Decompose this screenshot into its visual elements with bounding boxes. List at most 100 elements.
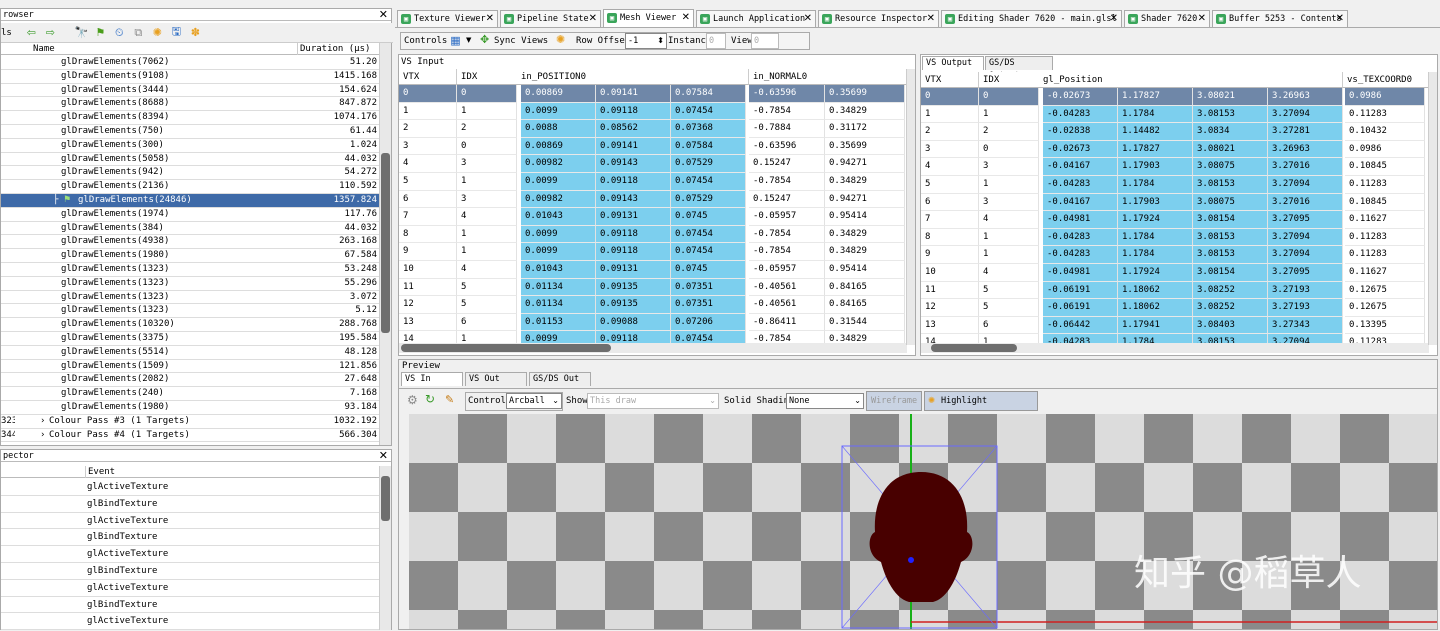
vertex-row[interactable]: 3 0 -0.02673 1.17827 3.08021 3.26963 0.0986 <box>921 140 1429 159</box>
event-row[interactable]: glDrawElements(2136) 110.592 <box>1 180 379 194</box>
api-inspector-scrollbar[interactable] <box>379 466 391 630</box>
event-row[interactable]: glDrawElements(1323) 55.296 <box>1 276 379 291</box>
camera-mode-select[interactable]: Arcball ⌄ <box>506 393 562 409</box>
save-icon[interactable]: 🖫 <box>169 25 184 40</box>
close-icon[interactable]: ✕ <box>589 11 597 27</box>
close-icon[interactable]: ✕ <box>1110 11 1118 27</box>
close-icon[interactable]: ✕ <box>1198 11 1206 27</box>
vertex-row[interactable]: 5 1 -0.04283 1.1784 3.08153 3.27094 0.11283 <box>921 176 1429 194</box>
column-header[interactable]: gl_Position <box>1039 72 1343 88</box>
mesh-preview-viewport[interactable]: 知乎 @稻草人 <box>409 414 1437 629</box>
tab-shader-7620[interactable]: ▣ Shader 7620 ✕ <box>1124 10 1210 27</box>
vertex-row[interactable]: 7 4 -0.04981 1.17924 3.08154 3.27095 0.11627 <box>921 211 1429 229</box>
tab-launch-application[interactable]: ▣ Launch Application ✕ <box>696 10 816 27</box>
event-row[interactable]: glDrawElements(1980) 67.584 <box>1 249 379 263</box>
vertex-row[interactable]: 0 0 0.00869 0.09141 0.07584 -0.63596 0.35699 <box>399 85 907 103</box>
tab-resource-inspector[interactable]: ▣ Resource Inspector ✕ <box>818 10 939 27</box>
solid-shading-select[interactable]: None ⌄ <box>786 393 864 409</box>
scrollbar-thumb[interactable] <box>401 344 611 352</box>
api-call-row[interactable]: glActiveTexture <box>1 512 379 530</box>
close-icon[interactable]: ✕ <box>379 450 388 462</box>
event-row[interactable]: glDrawElements(9108) 1415.168 <box>1 69 379 84</box>
vertex-row[interactable]: 6 3 -0.04167 1.17903 3.08075 3.27016 0.10845 <box>921 193 1429 212</box>
event-row[interactable]: glDrawElements(1509) 121.856 <box>1 359 379 374</box>
reset-camera-icon[interactable]: ↻ <box>425 392 435 406</box>
vertex-row[interactable]: 9 1 -0.04283 1.1784 3.08153 3.27094 0.11283 <box>921 246 1429 264</box>
pass-row[interactable]: 323 › Colour Pass #3 (1 Targets) 1032.192 <box>1 414 379 429</box>
vertex-row[interactable]: 12 5 -0.06191 1.18062 3.08252 3.27193 0.12675 <box>921 299 1429 317</box>
tab-pipeline-state[interactable]: ▣ Pipeline State ✕ <box>500 10 601 27</box>
api-call-row[interactable]: glActiveTexture <box>1 613 379 631</box>
event-row[interactable]: glDrawElements(1323) 3.072 <box>1 290 379 305</box>
vertex-row[interactable]: 5 1 0.0099 0.09118 0.07454 -0.7854 0.34829 <box>399 173 907 191</box>
row-offset-input[interactable]: -1 ⬍ <box>625 33 667 49</box>
vertex-row[interactable]: 1 1 -0.04283 1.1784 3.08153 3.27094 0.11283 <box>921 105 1429 124</box>
event-row[interactable]: glDrawElements(4938) 263.168 <box>1 235 379 250</box>
vertex-row[interactable]: 1 1 0.0099 0.09118 0.07454 -0.7854 0.34829 <box>399 102 907 121</box>
chevron-right-icon[interactable]: › <box>41 429 45 443</box>
instance-input[interactable]: 0 <box>706 33 726 49</box>
vertex-row[interactable]: 10 4 0.01043 0.09131 0.0745 -0.05957 0.95414 <box>399 261 907 279</box>
event-row[interactable]: glDrawElements(5058) 44.032 <box>1 152 379 167</box>
column-header[interactable]: in_NORMAL0 <box>749 69 907 85</box>
event-row[interactable]: glDrawElements(384) 44.032 <box>1 221 379 236</box>
view-input[interactable]: 0 <box>751 33 779 49</box>
bookmark-flag-icon[interactable]: ⚑ <box>93 25 108 40</box>
tab-vs-in[interactable]: VS In <box>401 372 463 386</box>
tab-vs-output[interactable]: VS Output <box>922 56 984 70</box>
event-row[interactable]: glDrawElements(1323) 53.248 <box>1 263 379 277</box>
tab-texture-viewer[interactable]: ▣ Texture Viewer ✕ <box>397 10 498 27</box>
sync-views-button[interactable]: Sync Views <box>494 36 548 46</box>
vertex-row[interactable]: 2 2 0.0088 0.08562 0.07368 -0.7884 0.31172 <box>399 120 907 138</box>
find-icon[interactable]: 🔭 <box>74 25 89 40</box>
event-row[interactable]: glDrawElements(1974) 117.76 <box>1 207 379 222</box>
event-row[interactable]: glDrawElements(240) 7.168 <box>1 387 379 401</box>
tab-editing-shader-7620-main-glsl[interactable]: ▣ Editing Shader 7620 - main.glsl - ✕ <box>941 10 1122 27</box>
vertex-row[interactable]: 13 6 0.01153 0.09088 0.07206 -0.86411 0.31544 <box>399 313 907 332</box>
close-icon[interactable]: ✕ <box>379 9 388 21</box>
vs-output-vscroll[interactable] <box>1428 72 1437 345</box>
event-row[interactable]: glDrawElements(8688) 847.872 <box>1 97 379 112</box>
event-row[interactable]: glDrawElements(300) 1.024 <box>1 138 379 153</box>
pick-icon[interactable]: ✎ <box>445 393 454 406</box>
vertex-row[interactable]: 10 4 -0.04981 1.17924 3.08154 3.27095 0.11627 <box>921 264 1429 282</box>
arrow-right-icon[interactable]: ⇨ <box>43 25 58 40</box>
scrollbar-thumb[interactable] <box>381 153 390 333</box>
event-row[interactable]: glDrawElements(3444) 154.624 <box>1 83 379 98</box>
time-icon[interactable]: ⏲ <box>112 25 127 40</box>
close-icon[interactable]: ✕ <box>804 11 812 27</box>
tab-gs-ds-output[interactable]: GS/DS Output <box>985 56 1053 81</box>
vertex-row[interactable]: 11 5 -0.06191 1.18062 3.08252 3.27193 0.12675 <box>921 281 1429 300</box>
event-row[interactable]: glDrawElements(7062) 51.20 <box>1 56 379 70</box>
column-header[interactable]: IDX <box>457 69 521 85</box>
event-row[interactable]: glDrawElements(3375) 195.584 <box>1 332 379 346</box>
event-row[interactable]: glDrawElements(5514) 48.128 <box>1 345 379 360</box>
event-row[interactable]: glDrawElements(1323) 5.12 <box>1 304 379 319</box>
highlight-vertices-button[interactable]: ✺Highlight Vertices <box>924 391 1038 424</box>
column-header[interactable]: in_POSITION0 <box>517 69 749 85</box>
vertex-row[interactable]: 12 5 0.01134 0.09135 0.07351 -0.40561 0.84165 <box>399 296 907 314</box>
event-row[interactable]: glDrawElements(1980) 93.184 <box>1 401 379 415</box>
gear-icon[interactable]: ⚙ <box>407 393 418 407</box>
event-row[interactable]: glDrawElements(2082) 27.648 <box>1 373 379 388</box>
event-row[interactable]: ├ ⚑ glDrawElements(24846) 1357.824 <box>1 194 379 208</box>
scrollbar-thumb[interactable] <box>931 344 1017 352</box>
vertex-row[interactable]: 8 1 -0.04283 1.1784 3.08153 3.27094 0.11283 <box>921 228 1429 247</box>
scrollbar-thumb[interactable] <box>381 476 390 521</box>
chevron-down-icon[interactable]: ▼ <box>466 36 471 44</box>
layout-icon[interactable]: ▦ <box>448 33 463 48</box>
vs-input-hscroll[interactable] <box>399 343 907 353</box>
settings-icon[interactable]: ✺ <box>556 33 565 46</box>
column-header[interactable]: vs_TEXCOORD0 <box>1343 72 1429 88</box>
event-row[interactable]: glDrawElements(942) 54.272 <box>1 166 379 181</box>
vs-input-vscroll[interactable] <box>906 69 915 345</box>
api-call-row[interactable]: glActiveTexture <box>1 579 379 597</box>
tab-buffer-5253-contents[interactable]: ▣ Buffer 5253 - Contents ✕ <box>1212 10 1348 27</box>
export-icon[interactable]: ⧉ <box>131 25 146 40</box>
close-icon[interactable]: ✕ <box>486 11 494 27</box>
api-call-row[interactable]: glBindTexture <box>1 495 379 513</box>
vertex-row[interactable]: 9 1 0.0099 0.09118 0.07454 -0.7854 0.34829 <box>399 243 907 261</box>
tab-gs-ds-out[interactable]: GS/DS Out <box>529 372 591 386</box>
show-select[interactable]: This draw ⌄ <box>587 393 719 409</box>
vertex-row[interactable]: 7 4 0.01043 0.09131 0.0745 -0.05957 0.95414 <box>399 208 907 226</box>
